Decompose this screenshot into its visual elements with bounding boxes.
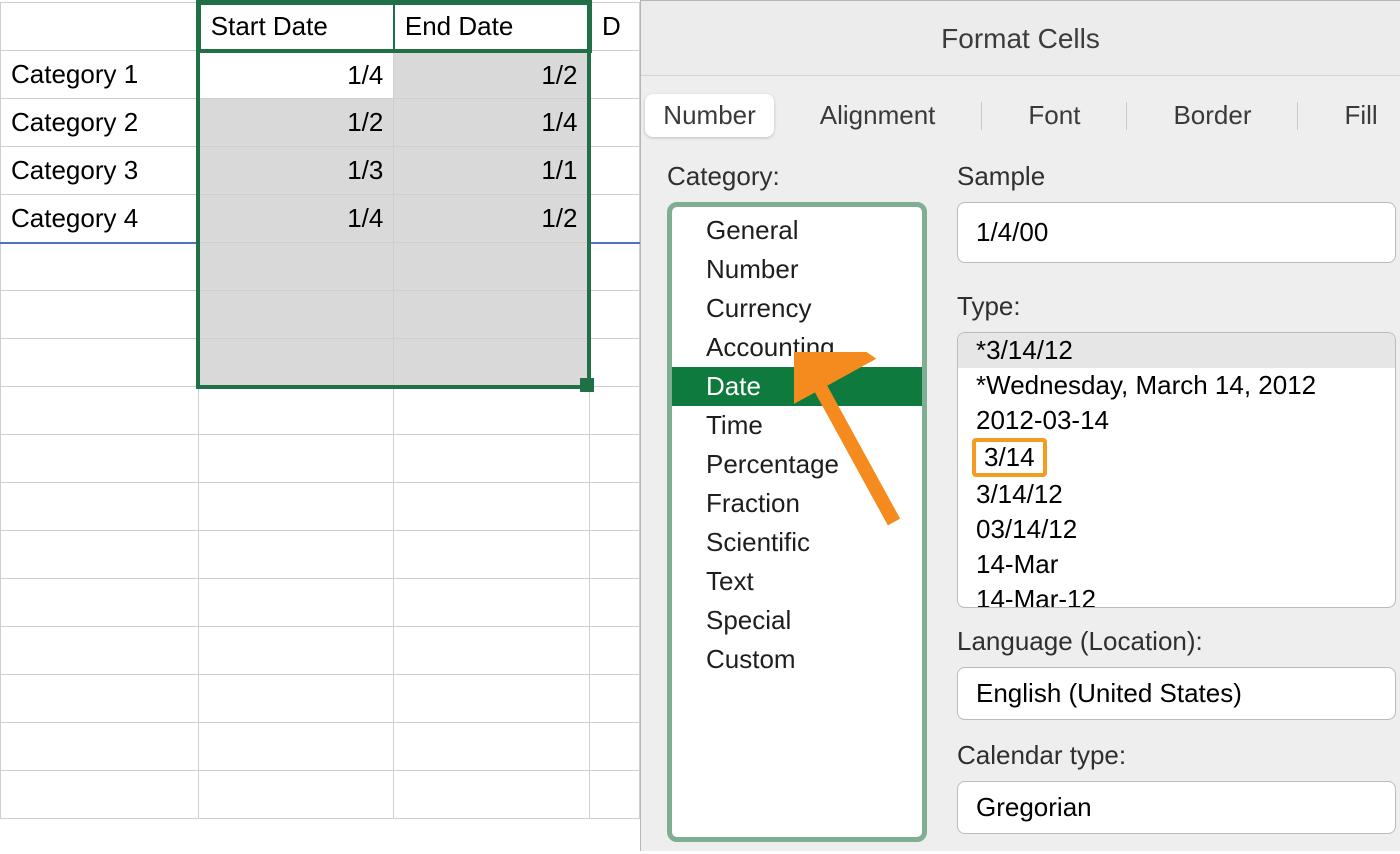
cell-a7[interactable]: [1, 291, 199, 339]
cell-a6[interactable]: [1, 243, 199, 291]
type-item-4[interactable]: 3/14/12: [958, 477, 1395, 512]
tab-separator: [1297, 102, 1298, 130]
number-pane: Category: General Number Currency Accoun…: [641, 147, 1400, 854]
grid[interactable]: Start Date End Date D Category 1 1/4 1/2…: [0, 0, 640, 819]
category-time[interactable]: Time: [672, 406, 922, 445]
category-text[interactable]: Text: [672, 562, 922, 601]
cell-a4[interactable]: Category 3: [1, 147, 199, 195]
cell-d6[interactable]: [589, 243, 639, 291]
header-a[interactable]: [1, 3, 199, 51]
tab-fill[interactable]: Fill: [1326, 94, 1395, 137]
cell-c4[interactable]: 1/1: [394, 147, 590, 195]
header-d[interactable]: D: [589, 3, 639, 51]
type-item-0[interactable]: *3/14/12: [958, 333, 1395, 368]
category-accounting[interactable]: Accounting: [672, 328, 922, 367]
tab-border[interactable]: Border: [1155, 94, 1269, 137]
type-list[interactable]: *3/14/12 *Wednesday, March 14, 2012 2012…: [957, 332, 1396, 608]
cell-d8[interactable]: [589, 339, 639, 387]
category-currency[interactable]: Currency: [672, 289, 922, 328]
tab-font[interactable]: Font: [1010, 94, 1098, 137]
category-special[interactable]: Special: [672, 601, 922, 640]
sample-value: 1/4/00: [957, 202, 1396, 263]
cell-b3[interactable]: 1/2: [198, 99, 394, 147]
category-percentage[interactable]: Percentage: [672, 445, 922, 484]
type-item-3[interactable]: 3/14: [972, 438, 1047, 477]
category-fraction[interactable]: Fraction: [672, 484, 922, 523]
cell-c6[interactable]: [394, 243, 590, 291]
category-scientific[interactable]: Scientific: [672, 523, 922, 562]
cell-b7[interactable]: [198, 291, 394, 339]
cell-b8[interactable]: [198, 339, 394, 387]
tab-separator: [981, 102, 982, 130]
category-date[interactable]: Date: [672, 367, 922, 406]
category-general[interactable]: General: [672, 211, 922, 250]
cell-a2[interactable]: Category 1: [1, 51, 199, 99]
header-end-date[interactable]: End Date: [394, 3, 590, 51]
category-label: Category:: [667, 161, 927, 192]
cell-c2[interactable]: 1/2: [394, 51, 590, 99]
dialog-title: Format Cells: [641, 1, 1400, 76]
calendar-label: Calendar type:: [957, 740, 1400, 771]
cell-b2[interactable]: 1/4: [198, 51, 394, 99]
cell-b6[interactable]: [198, 243, 394, 291]
type-item-6[interactable]: 14-Mar: [958, 547, 1395, 582]
calendar-select[interactable]: Gregorian: [957, 781, 1396, 834]
sample-label: Sample: [957, 161, 1400, 192]
cell-a3[interactable]: Category 2: [1, 99, 199, 147]
cell-d3[interactable]: [589, 99, 639, 147]
type-label: Type:: [957, 291, 1400, 322]
cell-c5[interactable]: 1/2: [394, 195, 590, 243]
tab-alignment[interactable]: Alignment: [802, 94, 954, 137]
cell-d7[interactable]: [589, 291, 639, 339]
category-custom[interactable]: Custom: [672, 640, 922, 679]
spreadsheet: Start Date End Date D Category 1 1/4 1/2…: [0, 0, 640, 819]
header-start-date[interactable]: Start Date: [198, 3, 394, 51]
cell-d5[interactable]: [589, 195, 639, 243]
language-select[interactable]: English (United States): [957, 667, 1396, 720]
type-item-1[interactable]: *Wednesday, March 14, 2012: [958, 368, 1395, 403]
cell-a9[interactable]: [1, 387, 199, 435]
tab-row: Number Alignment Font Border Fill: [641, 76, 1400, 147]
type-item-5[interactable]: 03/14/12: [958, 512, 1395, 547]
format-cells-dialog: Format Cells Number Alignment Font Borde…: [640, 0, 1400, 851]
cell-c8[interactable]: [394, 339, 590, 387]
cell-b4[interactable]: 1/3: [198, 147, 394, 195]
cell-a5[interactable]: Category 4: [1, 195, 199, 243]
category-number[interactable]: Number: [672, 250, 922, 289]
cell-c3[interactable]: 1/4: [394, 99, 590, 147]
type-item-2[interactable]: 2012-03-14: [958, 403, 1395, 438]
tab-separator: [1126, 102, 1127, 130]
cell-d4[interactable]: [589, 147, 639, 195]
cell-c7[interactable]: [394, 291, 590, 339]
cell-a8[interactable]: [1, 339, 199, 387]
type-item-7[interactable]: 14-Mar-12: [958, 582, 1395, 608]
cell-d2[interactable]: [589, 51, 639, 99]
cell-b5[interactable]: 1/4: [198, 195, 394, 243]
tab-number[interactable]: Number: [645, 94, 773, 137]
category-list[interactable]: General Number Currency Accounting Date …: [667, 202, 927, 842]
fill-handle[interactable]: [580, 378, 594, 392]
language-label: Language (Location):: [957, 626, 1400, 657]
